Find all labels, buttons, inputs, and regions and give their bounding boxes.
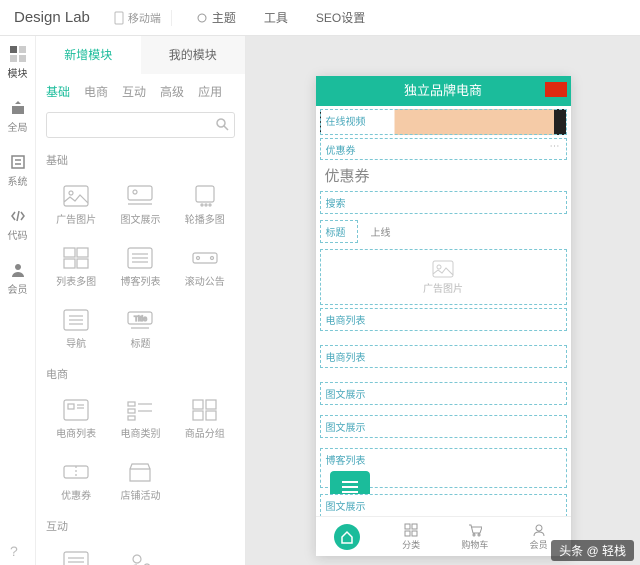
foot-home[interactable] (316, 517, 380, 556)
subtab-basic[interactable]: 基础 (46, 83, 70, 100)
slot-search[interactable]: 搜索 (320, 191, 567, 214)
mod-nav[interactable]: 导航 (44, 298, 108, 360)
foot-cart[interactable]: 购物车 (443, 517, 507, 556)
rail-module[interactable]: 模块 (0, 36, 35, 90)
slot-pic-2[interactable]: 图文展示 (320, 415, 567, 438)
slot-blog[interactable]: 博客列表 (320, 448, 567, 488)
rail-system[interactable]: 系统 (0, 144, 35, 198)
topnav-seo[interactable]: SEO设置 (302, 9, 379, 26)
topnav-tools[interactable]: 工具 (250, 9, 302, 26)
subtab-ecom[interactable]: 电商 (84, 83, 108, 100)
mod-ecom-list[interactable]: 电商列表 (44, 388, 108, 450)
slot-ecom-list-2[interactable]: 电商列表 (320, 345, 567, 368)
mod-shop-activity[interactable]: 店铺活动 (108, 450, 172, 512)
slot-pic-1[interactable]: 图文展示 (320, 382, 567, 405)
foot-category[interactable]: 分类 (379, 517, 443, 556)
help-icon[interactable]: ? (10, 543, 18, 559)
canvas: 独立品牌电商 在线视频 优惠券⋯ 优惠券 搜索 标题上线 广告图片 电商列表 电… (246, 36, 640, 565)
mod-coupon[interactable]: 优惠券 (44, 450, 108, 512)
group-basic-title: 基础 (36, 146, 245, 168)
topnav-theme[interactable]: 主题 (182, 9, 250, 26)
subtab-advanced[interactable]: 高级 (160, 83, 184, 100)
watermark: 头条 @ 轻栈 (551, 540, 634, 561)
search-icon[interactable] (215, 117, 229, 136)
mod-ad-image[interactable]: 广告图片 (44, 174, 108, 236)
slot-title[interactable]: 标题 (320, 220, 358, 243)
slot-video[interactable]: 在线视频 (320, 109, 567, 135)
group-ecom-title: 电商 (36, 360, 245, 382)
mod-ecom-cat[interactable]: 电商类别 (108, 388, 172, 450)
mod-blog-list[interactable]: 博客列表 (108, 236, 172, 298)
mod-login[interactable]: 会员登录 (108, 540, 172, 565)
rail-member[interactable]: 会员 (0, 252, 35, 306)
mod-image-text[interactable]: 图文展示 (108, 174, 172, 236)
rail-global[interactable]: 全局 (0, 90, 35, 144)
device-switch[interactable]: 移动端 (104, 10, 172, 26)
phone-preview: 独立品牌电商 在线视频 优惠券⋯ 优惠券 搜索 标题上线 广告图片 电商列表 电… (316, 76, 571, 556)
mod-marquee[interactable]: 滚动公告 (173, 236, 237, 298)
slot-pic-3[interactable]: 图文展示 (320, 494, 567, 516)
subtab-interact[interactable]: 互动 (122, 83, 146, 100)
mod-product-group[interactable]: 商品分组 (173, 388, 237, 450)
svg-text:Title: Title (134, 316, 147, 323)
more-icon[interactable]: ⋯ (550, 141, 560, 152)
slot-ad-image[interactable]: 广告图片 (320, 249, 567, 305)
mod-list-multi[interactable]: 列表多图 (44, 236, 108, 298)
slot-ecom-list-1[interactable]: 电商列表 (320, 308, 567, 331)
tab-my-module[interactable]: 我的模块 (141, 36, 246, 74)
slot-coupon-text: 优惠券 (320, 163, 567, 188)
search-input[interactable] (46, 112, 235, 138)
mod-carousel[interactable]: 轮播多图 (173, 174, 237, 236)
mod-form[interactable]: 在线表单 (44, 540, 108, 565)
tab-add-module[interactable]: 新增模块 (36, 36, 141, 74)
rail-code[interactable]: 代码 (0, 198, 35, 252)
mod-title[interactable]: Title标题 (108, 298, 172, 360)
home-icon (334, 524, 360, 550)
group-interact-title: 互动 (36, 512, 245, 534)
slot-online: 上线 (366, 226, 396, 241)
flag-icon (545, 82, 567, 97)
slot-coupon[interactable]: 优惠券⋯ (320, 138, 567, 160)
logo: Design Lab (0, 9, 104, 26)
phone-header: 独立品牌电商 (316, 76, 571, 106)
subtab-app[interactable]: 应用 (198, 83, 222, 100)
